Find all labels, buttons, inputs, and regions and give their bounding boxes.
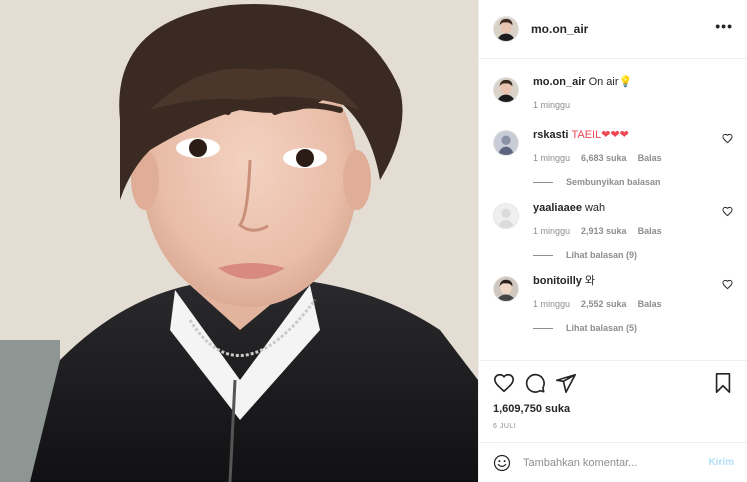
heart-icon[interactable] <box>493 372 515 394</box>
bookmark-icon[interactable] <box>712 372 734 394</box>
toggle-replies-label: Lihat balasan (9) <box>566 250 638 260</box>
caption-text: On air💡 <box>588 76 633 88</box>
commenter-avatar[interactable] <box>493 203 519 229</box>
likes-count[interactable]: 1,609,750 suka <box>493 403 734 415</box>
commenter-avatar[interactable] <box>493 276 519 302</box>
toggle-replies-label: Lihat balasan (5) <box>566 323 638 333</box>
more-options-icon[interactable]: ••• <box>715 19 733 39</box>
comments-list[interactable]: mo.on_air On air💡 1 minggu rskasti TAEIL❤❤… <box>479 59 747 360</box>
caption-username[interactable]: mo.on_air <box>533 76 586 88</box>
comment-thread: rskasti TAEIL❤❤❤ 1 minggu 6,683 suka Bala… <box>493 128 733 187</box>
comment-text: wah <box>584 202 606 214</box>
comment-likes[interactable]: 6,683 suka <box>581 153 627 163</box>
toggle-replies[interactable]: Lihat balasan (9) <box>533 250 733 260</box>
comment-thread: yaaliaaee wah 1 minggu 2,913 suka Balas L… <box>493 201 733 260</box>
reply-button[interactable]: Balas <box>638 299 662 309</box>
comment-username[interactable]: rskasti <box>533 129 568 141</box>
author-avatar[interactable] <box>493 16 519 42</box>
caption: mo.on_air On air💡 1 minggu <box>493 75 733 110</box>
author-username[interactable]: mo.on_air <box>531 22 588 36</box>
emoji-icon[interactable] <box>493 454 511 472</box>
comment-text: TAEIL❤❤❤ <box>571 129 629 141</box>
selfie-illustration <box>0 0 478 482</box>
toggle-replies[interactable]: Lihat balasan (5) <box>533 323 733 333</box>
comment-row: yaaliaaee wah 1 minggu 2,913 suka Balas <box>493 201 733 236</box>
comment-time[interactable]: 1 minggu <box>533 153 570 163</box>
comment-heart-icon[interactable] <box>722 206 733 217</box>
comment-heart-icon[interactable] <box>722 279 733 290</box>
reply-button[interactable]: Balas <box>638 153 662 163</box>
comment-time[interactable]: 1 minggu <box>533 299 570 309</box>
toggle-line <box>533 254 553 256</box>
share-icon[interactable] <box>555 372 577 394</box>
post-comment-button[interactable]: Kirim <box>708 457 734 468</box>
comment-username[interactable]: bonitoilly <box>533 275 582 287</box>
comment-time[interactable]: 1 minggu <box>533 226 570 236</box>
caption-time[interactable]: 1 minggu <box>533 100 570 110</box>
comment-username[interactable]: yaaliaaee <box>533 202 582 214</box>
reply-button[interactable]: Balas <box>638 226 662 236</box>
comment-likes[interactable]: 2,552 suka <box>581 299 627 309</box>
post-actions: 1,609,750 suka 6 JULI <box>479 360 747 430</box>
toggle-line <box>533 181 553 183</box>
add-comment-bar: Kirim <box>479 442 747 482</box>
comment-row: bonitoilly 와 1 minggu 2,552 suka Balas <box>493 274 733 309</box>
comment-input[interactable] <box>523 456 709 469</box>
post-header: mo.on_air ••• <box>479 0 747 59</box>
comment-heart-icon[interactable] <box>722 133 733 144</box>
action-icons <box>493 371 734 395</box>
post-date[interactable]: 6 JULI <box>493 423 734 430</box>
post-photo[interactable] <box>0 0 478 482</box>
comment-likes[interactable]: 2,913 suka <box>581 226 627 236</box>
post-side-panel: mo.on_air ••• mo.on_airOn air💡 1 minggu <box>478 0 747 482</box>
toggle-replies-label: Sembunyikan balasan <box>566 177 661 187</box>
caption-avatar[interactable] <box>493 77 519 103</box>
comment-thread: bonitoilly 와 1 minggu 2,552 suka Balas Li… <box>493 274 733 333</box>
comment-text: 와 <box>584 275 596 287</box>
commenter-avatar[interactable] <box>493 130 519 156</box>
comment-row: rskasti TAEIL❤❤❤ 1 minggu 6,683 suka Bala… <box>493 128 733 163</box>
toggle-line <box>533 327 553 329</box>
toggle-replies[interactable]: Sembunyikan balasan <box>533 177 733 187</box>
comment-icon[interactable] <box>524 372 546 394</box>
